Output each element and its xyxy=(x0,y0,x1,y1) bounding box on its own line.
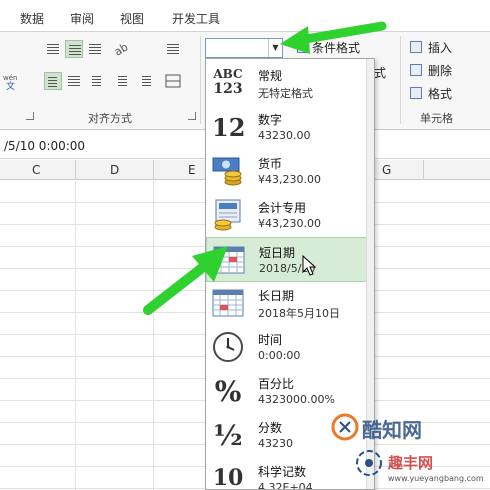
wrap-text-icon[interactable] xyxy=(164,40,182,58)
format-option-name: 百分比 xyxy=(258,377,295,391)
align-right-icon[interactable] xyxy=(86,72,104,90)
align-middle-icon[interactable] xyxy=(65,40,83,58)
merge-center-icon[interactable] xyxy=(164,72,182,90)
font-dialog-launcher-icon[interactable] xyxy=(26,112,34,120)
format-option-sample: 43230.00 xyxy=(258,129,311,142)
ribbon-tab-bar: 数据 审阅 视图 开发工具 xyxy=(0,0,490,32)
abc-123-icon: ABC 123 xyxy=(213,67,243,97)
delete-cells-icon xyxy=(410,64,422,76)
ribbon-separator xyxy=(400,36,401,124)
annotation-arrow-icon xyxy=(143,246,228,315)
watermark-site: 趣丰网 xyxy=(388,454,434,472)
format-option-name: 货币 xyxy=(258,157,283,171)
formula-bar-content: /5/10 0:00:00 xyxy=(4,139,86,153)
format-option-sample: 43230 xyxy=(258,437,293,450)
percent-icon: % xyxy=(214,375,242,408)
mouse-cursor-icon xyxy=(302,255,317,276)
format-option-name: 长日期 xyxy=(258,289,295,303)
phonetic-icon[interactable]: wén 文 xyxy=(3,72,21,92)
format-option-sample: 4323000.00% xyxy=(258,393,335,406)
format-option-name: 短日期 xyxy=(259,246,296,260)
alignment-group-label: 对齐方式 xyxy=(88,112,132,125)
tab-developer[interactable]: 开发工具 xyxy=(172,10,220,27)
svg-text:文: 文 xyxy=(6,80,15,90)
insert-cells-button[interactable]: 插入 xyxy=(428,39,452,56)
delete-cells-button[interactable]: 删除 xyxy=(428,62,452,79)
format-option-sample: 0:00:00 xyxy=(258,349,301,362)
align-bottom-icon[interactable] xyxy=(86,40,104,58)
number-format-combo[interactable]: ▼ xyxy=(205,38,283,58)
ribbon-separator xyxy=(200,36,201,124)
format-option-time[interactable]: 时间 0:00:00 xyxy=(206,325,368,370)
format-option-name: 科学记数 xyxy=(258,465,307,479)
scientific-icon: 10 xyxy=(212,465,244,490)
alignment-dialog-launcher-icon[interactable] xyxy=(188,112,196,120)
fraction-icon: ½ xyxy=(213,419,243,452)
align-top-icon[interactable] xyxy=(44,40,62,58)
format-option-sample: ¥43,230.00 xyxy=(258,173,321,186)
align-left-icon[interactable] xyxy=(44,72,62,90)
align-center-icon[interactable] xyxy=(65,72,83,90)
format-option-accounting[interactable]: 会计专用 ¥43,230.00 xyxy=(206,193,368,238)
format-option-name: 数字 xyxy=(258,113,283,127)
tab-review[interactable]: 审阅 xyxy=(70,10,94,27)
column-header-e[interactable]: E xyxy=(188,163,196,177)
format-option-currency[interactable]: 货币 ¥43,230.00 xyxy=(206,149,368,194)
format-cells-button[interactable]: 格式 xyxy=(428,85,452,102)
cells-group-label: 单元格 xyxy=(420,112,453,125)
orientation-icon[interactable]: ab xyxy=(112,40,130,58)
format-option-name: 时间 xyxy=(258,333,283,347)
currency-icon xyxy=(212,155,244,187)
site-logo-icon xyxy=(356,450,382,476)
accounting-icon xyxy=(212,199,244,231)
clock-icon xyxy=(212,331,244,363)
watermark-url: www.yueyangbang.com xyxy=(388,474,484,483)
brand-logo-icon xyxy=(331,413,359,441)
format-cells-icon xyxy=(410,87,422,99)
column-header-d[interactable]: D xyxy=(110,163,119,177)
format-option-number[interactable]: 12 数字 43230.00 xyxy=(206,105,368,150)
format-option-sample: 4.32E+04 xyxy=(258,481,313,490)
insert-cells-icon xyxy=(410,41,422,53)
format-option-sample: 无特定格式 xyxy=(258,87,313,100)
format-option-general[interactable]: ABC 123 常规 无特定格式 xyxy=(206,61,368,106)
svg-text:wén: wén xyxy=(3,74,17,82)
annotation-arrow-icon xyxy=(280,21,387,54)
decrease-indent-icon[interactable] xyxy=(112,72,130,90)
table-format-button[interactable]: 式 xyxy=(374,64,386,81)
format-option-sample: 2018年5月10日 xyxy=(258,307,340,320)
column-header-c[interactable]: C xyxy=(32,163,40,177)
number-12-icon: 12 xyxy=(212,113,246,142)
tab-data[interactable]: 数据 xyxy=(20,10,44,27)
increase-indent-icon[interactable] xyxy=(136,72,154,90)
format-option-name: 会计专用 xyxy=(258,201,307,215)
format-option-name: 分数 xyxy=(258,421,283,435)
column-header-g[interactable]: G xyxy=(382,163,391,177)
tab-view[interactable]: 视图 xyxy=(120,10,144,27)
watermark-brand: 酷知网 xyxy=(362,418,422,442)
format-option-sample: ¥43,230.00 xyxy=(258,217,321,230)
svg-text:ab: ab xyxy=(112,40,130,58)
format-option-name: 常规 xyxy=(258,69,283,83)
watermark: 酷知网 趣丰网 www.yueyangbang.com xyxy=(324,408,490,490)
